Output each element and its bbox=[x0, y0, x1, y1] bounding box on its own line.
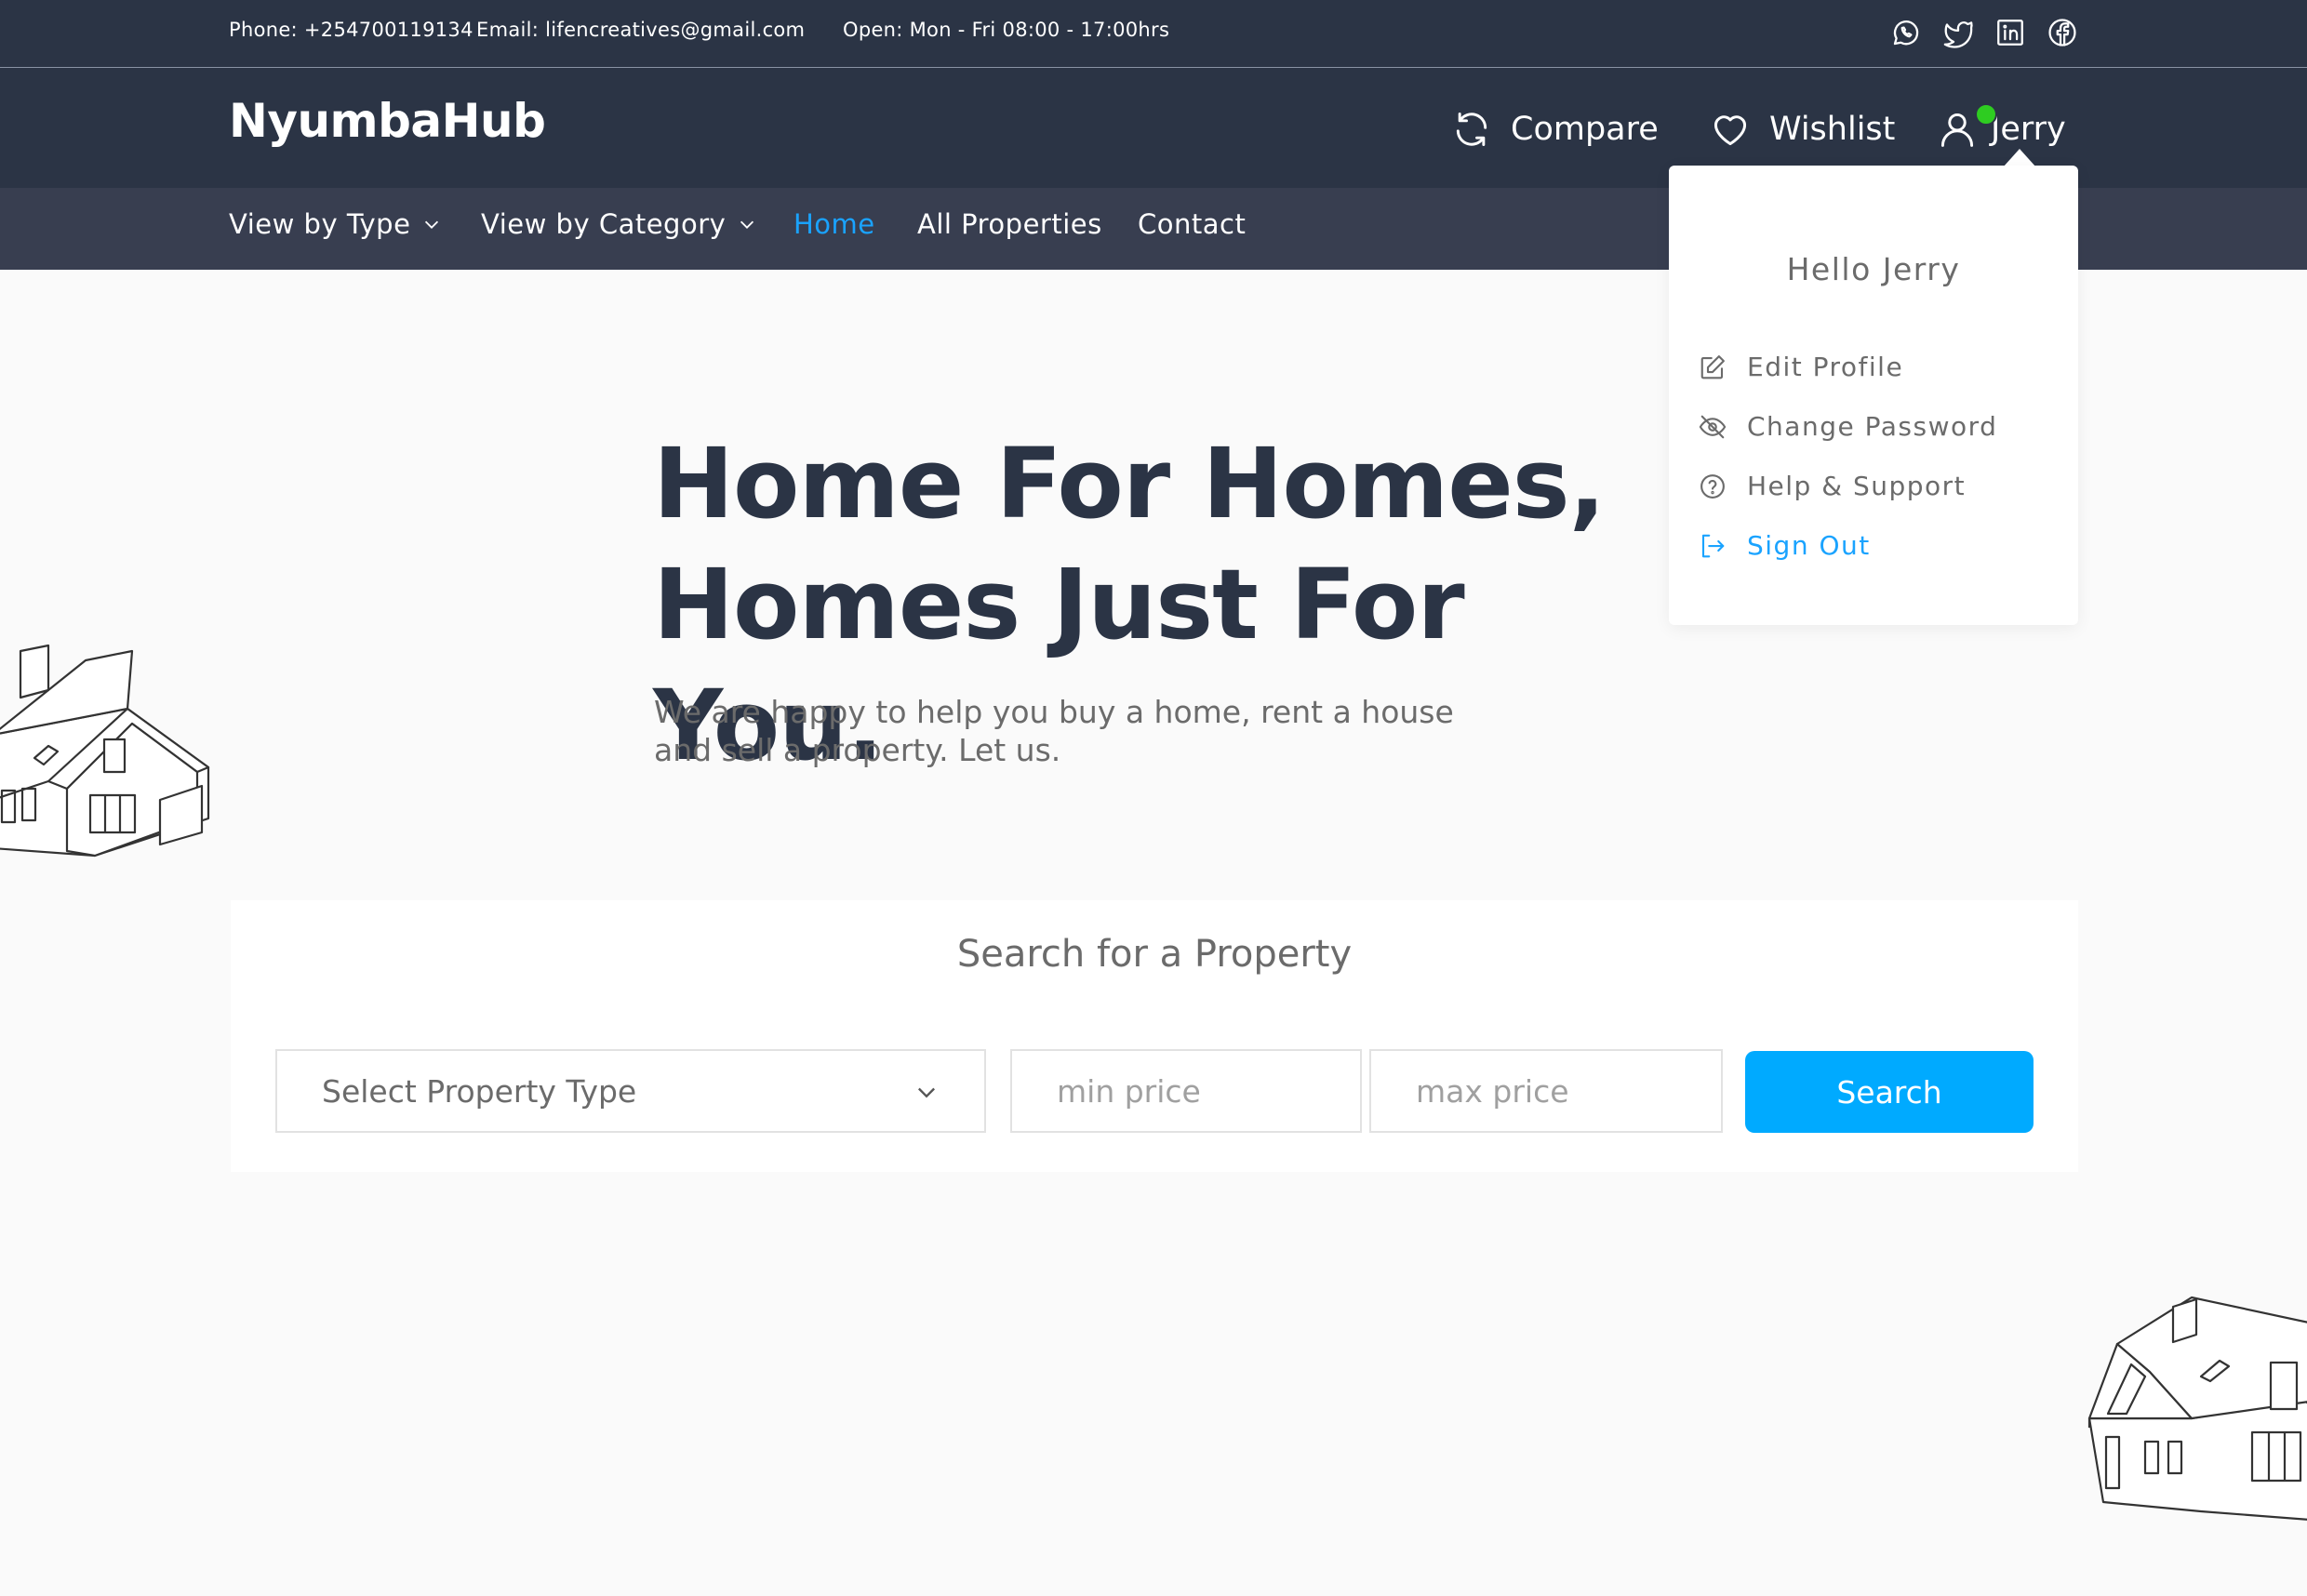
user-greeting: Hello Jerry bbox=[1786, 251, 1961, 287]
dropdown-caret bbox=[2003, 149, 2036, 167]
menu-item-change-password[interactable]: Change Password bbox=[1699, 411, 1997, 442]
chevron-down-icon bbox=[918, 1087, 935, 1098]
menu-item-label: Edit Profile bbox=[1747, 352, 1904, 382]
user-icon bbox=[1940, 113, 1974, 147]
email-text: Email: lifencreatives@gmail.com bbox=[476, 19, 806, 41]
property-type-placeholder: Select Property Type bbox=[322, 1073, 637, 1110]
menu-item-sign-out[interactable]: Sign Out bbox=[1699, 530, 1871, 561]
twitter-icon[interactable] bbox=[1942, 17, 1974, 48]
property-type-select[interactable]: Select Property Type bbox=[275, 1049, 986, 1133]
whatsapp-icon[interactable] bbox=[1890, 17, 1922, 48]
min-price-input[interactable] bbox=[1010, 1049, 1362, 1133]
chevron-down-icon bbox=[740, 220, 754, 229]
help-circle-icon bbox=[1700, 473, 1725, 499]
top-contact-bar: Phone: +254700119134 Email: lifencreativ… bbox=[0, 0, 2307, 68]
chevron-down-icon bbox=[425, 220, 439, 229]
menu-item-label: Sign Out bbox=[1747, 530, 1871, 561]
menu-item-help-support[interactable]: Help & Support bbox=[1699, 471, 1966, 501]
opening-hours-text: Open: Mon - Fri 08:00 - 17:00hrs bbox=[843, 19, 1170, 41]
user-name: Jerry bbox=[1991, 111, 2066, 148]
online-status-dot bbox=[1975, 103, 1997, 126]
compare-label: Compare bbox=[1511, 111, 1659, 148]
nav-view-by-type-label: View by Type bbox=[229, 208, 411, 240]
wishlist-label: Wishlist bbox=[1769, 111, 1896, 148]
max-price-input[interactable] bbox=[1369, 1049, 1723, 1133]
sign-out-icon bbox=[1701, 534, 1725, 557]
heart-icon bbox=[1714, 115, 1747, 146]
facebook-icon[interactable] bbox=[2047, 17, 2078, 48]
search-button[interactable]: Search bbox=[1745, 1051, 2034, 1133]
nav-view-by-type[interactable]: View by Type bbox=[229, 208, 442, 240]
hero-subtitle: We are happy to help you buy a home, ren… bbox=[654, 694, 1454, 768]
user-menu-button[interactable]: Jerry bbox=[1937, 101, 2066, 157]
compare-button[interactable]: Compare bbox=[1451, 101, 1659, 157]
menu-item-label: Help & Support bbox=[1747, 471, 1967, 501]
menu-item-label: Change Password bbox=[1747, 411, 1998, 442]
nav-view-by-category[interactable]: View by Category bbox=[481, 208, 757, 240]
eye-off-icon bbox=[1699, 415, 1727, 438]
nav-home[interactable]: Home bbox=[793, 208, 875, 240]
refresh-icon bbox=[1456, 113, 1487, 146]
nav-contact[interactable]: Contact bbox=[1138, 208, 1246, 240]
house-illustration-right bbox=[2087, 1296, 2307, 1521]
menu-item-edit-profile[interactable]: Edit Profile bbox=[1699, 352, 1903, 382]
search-title: Search for a Property bbox=[956, 933, 1353, 976]
nav-view-by-category-label: View by Category bbox=[481, 208, 727, 240]
house-illustration-left bbox=[0, 644, 210, 858]
nav-all-properties[interactable]: All Properties bbox=[917, 208, 1102, 240]
hero-title-line1: Home For Homes, bbox=[653, 427, 1606, 540]
brand-logo[interactable]: NyumbaHub bbox=[229, 94, 546, 148]
linkedin-icon[interactable] bbox=[1994, 17, 2026, 48]
user-dropdown-menu: Hello Jerry Edit Profile Change Password… bbox=[1669, 166, 2078, 625]
property-search-card: Search for a Property Select Property Ty… bbox=[231, 900, 2078, 1172]
edit-icon bbox=[1700, 354, 1725, 379]
wishlist-button[interactable]: Wishlist bbox=[1710, 101, 1895, 157]
phone-text: Phone: +254700119134 bbox=[229, 19, 473, 41]
